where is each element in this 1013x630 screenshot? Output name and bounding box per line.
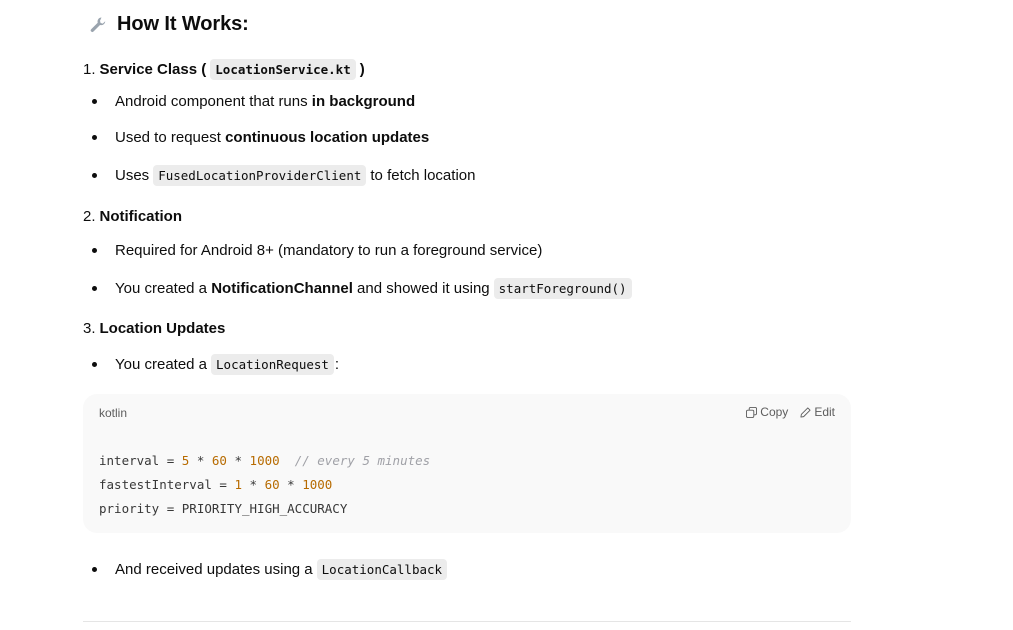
section-title-text: Service Class (	[99, 61, 207, 78]
bullet-dot	[92, 248, 97, 253]
list-item: You created a NotificationChannel and sh…	[83, 278, 636, 299]
edit-button[interactable]: Edit	[800, 405, 835, 419]
section-number: 2.	[83, 208, 96, 225]
bullet-dot	[92, 173, 97, 178]
pencil-icon	[800, 406, 811, 418]
bullet-dot	[92, 286, 97, 291]
code-block: kotlin Copy Edit interval = 5 * 60 * 100…	[83, 394, 851, 533]
inline-code: LocationRequest	[211, 354, 334, 375]
copy-icon	[746, 406, 758, 418]
section-title-text: Location Updates	[99, 320, 226, 337]
section-title-notification: 2. Notification	[83, 208, 182, 225]
copy-button[interactable]: Copy	[746, 405, 788, 419]
bullet-text: Used to request	[115, 129, 226, 146]
list-item: And received updates using a LocationCal…	[83, 559, 451, 580]
section-title-service-class: 1. Service Class ( LocationService.kt )	[83, 59, 365, 80]
code-token: *	[242, 477, 265, 492]
section-title-location-updates: 3. Location Updates	[83, 320, 225, 337]
heading-text: How It Works:	[117, 13, 249, 35]
code-token: priority = PRIORITY_HIGH_ACCURACY	[99, 501, 348, 516]
code-token: *	[226, 453, 250, 468]
bullet-dot	[92, 362, 97, 367]
divider	[83, 621, 851, 622]
code-comment: // every 5 minutes	[279, 453, 431, 468]
code-token: *	[189, 453, 212, 468]
bullet-text: Required for Android 8+ (mandatory to ru…	[115, 242, 543, 259]
code-actions: Copy Edit	[746, 405, 835, 419]
list-item: Required for Android 8+ (mandatory to ru…	[83, 242, 542, 259]
list-item: Uses FusedLocationProviderClient to fetc…	[83, 165, 475, 186]
section-number: 3.	[83, 320, 96, 337]
bullet-dot	[92, 99, 97, 104]
list-item: You created a LocationRequest:	[83, 354, 339, 375]
section-heading: How It Works:	[88, 13, 249, 36]
code-token: *	[279, 477, 303, 492]
bullet-text: You created a	[115, 280, 212, 297]
section-number: 1.	[83, 61, 96, 78]
wrench-icon	[90, 17, 106, 32]
code-line: priority = PRIORITY_HIGH_ACCURACY	[99, 497, 430, 521]
bullet-text: Android component that runs	[115, 93, 312, 110]
bullet-dot	[92, 135, 97, 140]
inline-code: LocationCallback	[316, 559, 448, 580]
code-token: fastestInterval =	[99, 477, 235, 492]
section-title-text: Notification	[99, 208, 183, 225]
bullet-bold-text: NotificationChannel	[211, 280, 353, 297]
code-line: interval = 5 * 60 * 1000 // every 5 minu…	[99, 449, 430, 473]
code-line: fastestInterval = 1 * 60 * 1000	[99, 473, 430, 497]
list-item: Used to request continuous location upda…	[83, 129, 429, 146]
bullet-text: and showed it using	[352, 280, 490, 297]
bullet-text: You created a	[115, 356, 208, 373]
inline-code: LocationService.kt	[210, 59, 356, 80]
code-number: 1000	[302, 477, 333, 492]
bullet-bold-text: continuous location updates	[225, 129, 430, 146]
code-token: interval =	[99, 453, 182, 468]
bullet-text: And received updates using a	[115, 561, 313, 578]
list-item: Android component that runs in backgroun…	[83, 93, 415, 110]
code-number: 1000	[249, 453, 280, 468]
bullet-bold-text: in background	[311, 93, 416, 110]
bullet-text: Uses	[115, 167, 150, 184]
bullet-text: to fetch location	[370, 167, 476, 184]
section-title-end: )	[359, 61, 365, 78]
bullet-text: :	[334, 356, 340, 373]
inline-code: startForeground()	[493, 278, 632, 299]
inline-code: FusedLocationProviderClient	[153, 165, 367, 186]
code-lines: interval = 5 * 60 * 1000 // every 5 minu…	[99, 449, 430, 521]
code-language-label: kotlin	[99, 406, 128, 420]
code-number: 60	[264, 477, 280, 492]
code-number: 1	[234, 477, 242, 492]
code-number: 60	[211, 453, 227, 468]
bullet-dot	[92, 567, 97, 572]
copy-label: Copy	[760, 405, 789, 419]
edit-label: Edit	[814, 405, 835, 419]
